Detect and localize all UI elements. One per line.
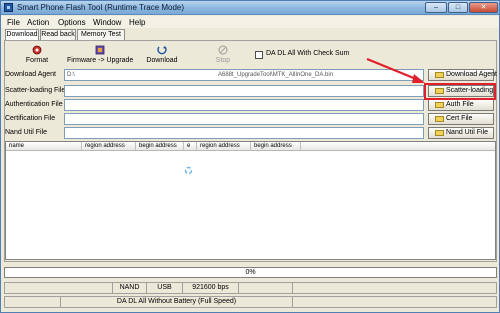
status-cell-blank-3 [293, 283, 496, 293]
download-agent-label: Download Agent [5, 71, 56, 78]
status-cell-blank-2 [239, 283, 293, 293]
menu-help[interactable]: Help [129, 18, 145, 27]
status-connection: USB [147, 283, 183, 293]
format-label: Format [25, 57, 49, 64]
menu-options[interactable]: Options [58, 18, 86, 27]
checksum-checkbox[interactable] [255, 51, 263, 59]
certification-file-label: Certification File [5, 115, 56, 122]
folder-open-icon [435, 72, 444, 78]
folder-open-icon [435, 102, 444, 108]
download-label: Download [146, 57, 178, 64]
progress-bar: 0% [4, 267, 497, 278]
table-header: name region address begin address e regi… [6, 142, 495, 151]
progress-text: 0% [245, 269, 256, 276]
status-bar-secondary: DA DL All Without Battery (Full Speed) [4, 296, 497, 308]
folder-open-icon [435, 130, 444, 136]
scatter-loading-field[interactable] [64, 85, 424, 97]
authentication-file-field[interactable] [64, 99, 424, 111]
menu-file[interactable]: File [7, 18, 20, 27]
app-window: Smart Phone Flash Tool (Runtime Trace Mo… [0, 0, 500, 313]
rom-list-table[interactable]: name region address begin address e regi… [5, 141, 496, 260]
close-button[interactable]: ✕ [469, 2, 498, 13]
column-begin-address[interactable]: begin address [136, 142, 184, 151]
stop-icon [218, 45, 228, 55]
tab-memory-test[interactable]: Memory Test [77, 29, 125, 40]
column-name[interactable]: name [6, 142, 82, 151]
checksum-label: DA DL All With Check Sum [266, 50, 350, 57]
app-icon [4, 3, 13, 12]
folder-open-icon [435, 116, 444, 122]
nand-util-file-button-label: Nand Util File [446, 129, 489, 136]
nand-util-file-button[interactable]: Nand Util File [428, 127, 494, 139]
firmware-icon [95, 45, 105, 55]
certification-file-field[interactable] [64, 113, 424, 125]
authentication-file-label: Authentication File [5, 101, 63, 108]
download-agent-button[interactable]: Download Agent [428, 69, 497, 81]
status-baud-rate: 921600 bps [183, 283, 239, 293]
firmware-upgrade-label: Firmware -> Upgrade [67, 57, 134, 64]
menu-bar: File Action Options Window Help [1, 16, 499, 28]
title-bar[interactable]: Smart Phone Flash Tool (Runtime Trace Mo… [1, 1, 499, 15]
status-download-mode: DA DL All Without Battery (Full Speed) [61, 297, 293, 307]
status-storage-type: NAND [113, 283, 147, 293]
download-agent-path-drive: D:\ [67, 72, 75, 78]
cert-file-button[interactable]: Cert File [428, 113, 494, 125]
status-cell-blank-4 [5, 297, 61, 307]
stop-label: Stop [215, 57, 231, 64]
scatter-loading-highlight [424, 83, 496, 100]
minimize-button[interactable]: – [425, 2, 447, 13]
stop-button[interactable]: Stop [211, 45, 235, 67]
menu-window[interactable]: Window [93, 18, 121, 27]
window-title: Smart Phone Flash Tool (Runtime Trace Mo… [17, 3, 185, 12]
download-agent-path-file: A688t_UpgradeTool\MTK_AllInOne_DA.bin [218, 72, 334, 78]
format-icon [32, 45, 42, 55]
nand-util-file-label: Nand Util File [5, 129, 48, 136]
download-agent-button-label: Download Agent [446, 71, 497, 78]
column-region-address[interactable]: region address [82, 142, 136, 151]
maximize-button[interactable]: □ [448, 2, 468, 13]
download-button[interactable]: Download [144, 45, 180, 67]
status-cell-blank-5 [293, 297, 496, 307]
auth-file-button-label: Auth File [446, 101, 474, 108]
nand-util-file-field[interactable] [64, 127, 424, 139]
status-bar-primary: NAND USB 921600 bps [4, 282, 497, 294]
menu-action[interactable]: Action [27, 18, 49, 27]
column-begin-address-2[interactable]: begin address [251, 142, 301, 151]
scatter-loading-label: Scatter-loading File [5, 87, 66, 94]
tab-read-back[interactable]: Read back [40, 29, 76, 40]
firmware-upgrade-button[interactable]: Firmware -> Upgrade [67, 45, 133, 67]
column-region-address-2[interactable]: region address [197, 142, 251, 151]
format-button[interactable]: Format [21, 45, 53, 67]
download-icon [157, 46, 167, 55]
status-cell-blank-1 [5, 283, 113, 293]
auth-file-button[interactable]: Auth File [428, 99, 494, 111]
download-agent-field[interactable]: D:\ A688t_UpgradeTool\MTK_AllInOne_DA.bi… [64, 69, 424, 81]
busy-cursor-icon [184, 166, 193, 175]
cert-file-button-label: Cert File [446, 115, 473, 122]
column-end-address[interactable]: e [184, 142, 197, 151]
